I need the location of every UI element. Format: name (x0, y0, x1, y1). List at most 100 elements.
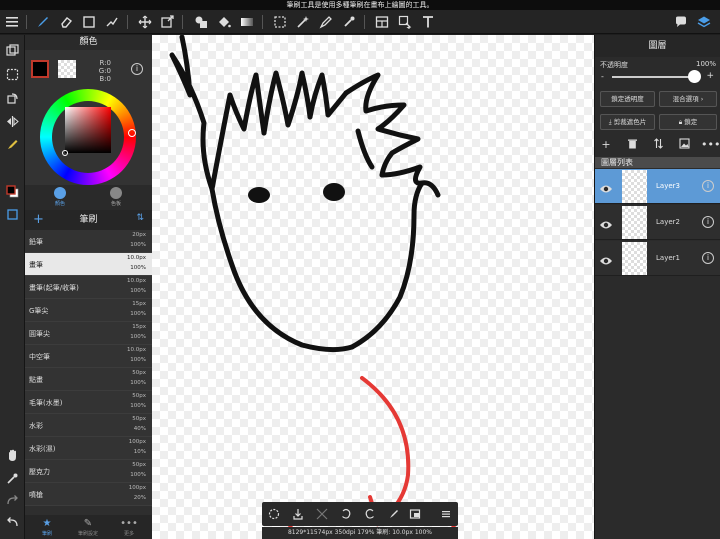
canvas-menu-icon[interactable] (439, 507, 453, 521)
layers-icon[interactable] (695, 13, 713, 31)
smudge-tool-icon[interactable] (103, 13, 121, 31)
import-icon[interactable] (291, 507, 305, 521)
left-eye (248, 187, 270, 203)
brush-snap-icon[interactable] (387, 507, 401, 521)
move-tool-icon[interactable] (136, 13, 154, 31)
layer-row[interactable]: Layer2 i (595, 205, 720, 240)
gradient-tool-icon[interactable] (238, 13, 256, 31)
drawing-canvas[interactable] (152, 35, 594, 539)
canvas-quick-toolbar (262, 502, 458, 526)
lasso-select-icon[interactable] (271, 13, 289, 31)
clipping-mask-button[interactable]: ⤓ 剪裁遮色片 (600, 114, 655, 130)
layer-list-title: 圖層列表 (595, 157, 720, 168)
opacity-decrease-button[interactable]: - (601, 72, 604, 81)
rectangle-tool-icon[interactable] (80, 13, 98, 31)
transform-tool-icon[interactable] (158, 13, 176, 31)
rotate-right-icon[interactable] (363, 507, 377, 521)
brush-opacity: 100% (130, 334, 146, 340)
selection-pen-icon[interactable] (317, 13, 335, 31)
brush-item[interactable]: 水彩(濕) 100px 10% (25, 437, 152, 460)
reference-window-icon[interactable] (3, 205, 22, 224)
saturation-value-square[interactable] (65, 107, 111, 153)
tab-brush[interactable]: ★ 筆刷 (27, 517, 67, 537)
brush-panel: + 筆刷 ⇅ 鉛筆 20px 100% 畫筆 10.0px 100% 畫筆(起筆/收筆) 10… (25, 210, 152, 539)
hue-color-wheel[interactable] (40, 89, 136, 185)
saturation-handle[interactable] (62, 150, 68, 156)
blend-mode-button[interactable]: 混合選項 › (659, 91, 717, 107)
hue-handle[interactable] (128, 129, 136, 137)
visibility-eye-icon[interactable] (599, 252, 613, 265)
add-layer-icon[interactable]: + (599, 138, 613, 152)
magic-wand-icon[interactable] (294, 13, 312, 31)
eraser-tool-icon[interactable] (57, 13, 75, 31)
hand-tool-icon[interactable] (3, 446, 22, 465)
color-swatch-icon[interactable] (3, 182, 22, 201)
layer-more-icon[interactable]: ••• (701, 138, 720, 152)
fill-shape-icon[interactable] (192, 13, 210, 31)
eyedropper-quick-icon[interactable] (3, 469, 22, 488)
deselect-icon[interactable] (3, 65, 22, 84)
brush-item[interactable]: 噴槍 100px 20% (25, 483, 152, 506)
background-color-swatch[interactable] (58, 60, 76, 78)
menu-icon[interactable] (3, 13, 21, 31)
pen-adjust-icon[interactable] (3, 135, 22, 154)
brush-tool-icon[interactable] (34, 13, 52, 31)
right-eye (323, 183, 345, 201)
brush-item[interactable]: 畫筆(起筆/收筆) 10.0px 100% (25, 276, 152, 299)
brush-item[interactable]: 畫筆 10.0px 100% (25, 253, 152, 276)
red-value: R:0 (99, 59, 111, 67)
face-outline-left (209, 186, 355, 353)
undo-icon[interactable] (3, 513, 22, 532)
operation-tool-icon[interactable] (396, 13, 414, 31)
tab-color[interactable]: 顏色 (40, 187, 80, 209)
layer-info-icon[interactable]: i (702, 216, 714, 228)
layer-panel: 圖層 不透明度 100% - + 鎖定透明度 混合選項 › ⤓ 剪裁遮色片 🔒︎… (594, 35, 720, 539)
eyedropper-tool-icon[interactable] (340, 13, 358, 31)
visibility-eye-icon[interactable] (599, 180, 613, 193)
crop-icon[interactable] (315, 507, 329, 521)
sort-brush-button[interactable]: ⇅ (136, 213, 144, 223)
delete-layer-icon[interactable] (625, 138, 639, 152)
layer-copy-icon[interactable] (3, 41, 22, 60)
brush-item[interactable]: 點畫 50px 100% (25, 368, 152, 391)
layer-info-icon[interactable]: i (702, 252, 714, 264)
brush-tabs: ★ 筆刷 ✎ 筆刷設定 ••• 更多 (25, 515, 152, 539)
visibility-eye-icon[interactable] (599, 216, 613, 229)
tab-more[interactable]: ••• 更多 (109, 517, 149, 537)
brush-item[interactable]: 壓克力 50px 100% (25, 460, 152, 483)
move-layer-icon[interactable] (651, 138, 665, 152)
layer-row[interactable]: Layer3 i (595, 169, 720, 204)
redo-icon[interactable] (3, 491, 22, 510)
tab-brush-settings[interactable]: ✎ 筆刷設定 (68, 517, 108, 537)
chat-bubble-icon[interactable] (672, 13, 690, 31)
color-info-icon[interactable]: i (131, 63, 143, 75)
brush-opacity: 10% (133, 449, 146, 455)
brush-item[interactable]: 中空筆 10.0px 100% (25, 345, 152, 368)
lock-layer-button[interactable]: 🔒︎ 鎖定 (659, 114, 717, 130)
opacity-slider-track[interactable] (612, 76, 694, 78)
layer-row[interactable]: Layer1 i (595, 241, 720, 276)
flip-canvas-icon[interactable] (3, 112, 22, 131)
tab-palette[interactable]: 色板 (96, 187, 136, 209)
brush-item[interactable]: 毛筆(水墨) 50px 100% (25, 391, 152, 414)
brush-item[interactable]: G筆尖 15px 100% (25, 299, 152, 322)
brush-item[interactable]: 圓筆尖 15px 100% (25, 322, 152, 345)
layer-info-icon[interactable]: i (702, 180, 714, 192)
select-all-icon[interactable] (267, 507, 281, 521)
brush-panel-header: + 筆刷 ⇅ (25, 210, 152, 230)
lock-opacity-button[interactable]: 鎖定透明度 (600, 91, 655, 107)
opacity-increase-button[interactable]: + (706, 71, 714, 81)
brush-settings-icon: ✎ (83, 518, 93, 529)
opacity-slider-thumb[interactable] (687, 70, 701, 83)
rotate-left-icon[interactable] (339, 507, 353, 521)
rotate-canvas-icon[interactable] (3, 89, 22, 108)
export-icon[interactable] (408, 507, 422, 521)
add-image-icon[interactable] (677, 138, 691, 152)
foreground-color-swatch[interactable] (31, 60, 49, 78)
brush-item[interactable]: 水彩 50px 40% (25, 414, 152, 437)
text-tool-icon[interactable] (419, 13, 437, 31)
frame-divider-icon[interactable] (373, 13, 391, 31)
add-brush-button[interactable]: + (33, 212, 44, 227)
bucket-tool-icon[interactable] (215, 13, 233, 31)
brush-item[interactable]: 鉛筆 20px 100% (25, 230, 152, 253)
